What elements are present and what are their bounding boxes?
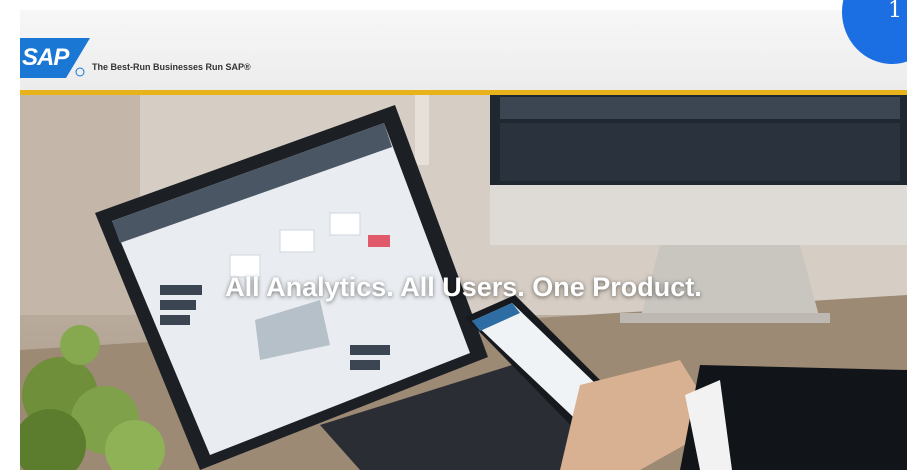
brand-tagline: The Best-Run Businesses Run SAP® [92,62,251,72]
logo-text: SAP [22,44,69,71]
window-frame [415,95,429,165]
sap-logo[interactable]: SAP [20,38,90,78]
site-header [20,10,907,90]
hero-headline: All Analytics. All Users. One Product. [225,272,702,302]
corner-badge-number: 1 [888,0,902,23]
